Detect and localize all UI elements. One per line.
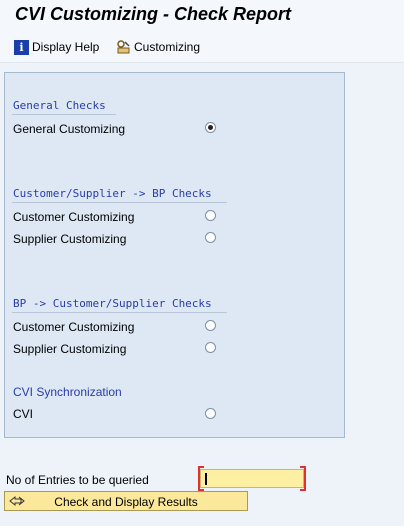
customer-customizing-radio[interactable]: [205, 210, 216, 221]
text-caret: [205, 473, 207, 485]
group-divider: [12, 202, 227, 203]
bp-supplier-customizing-radio[interactable]: [205, 342, 216, 353]
general-customizing-radio[interactable]: [205, 122, 216, 133]
customizing-button[interactable]: Customizing: [116, 38, 200, 56]
entries-label: No of Entries to be queried: [6, 473, 149, 487]
application-toolbar: i Display Help Customizing: [0, 32, 404, 63]
bp-customer-customizing-label: Customer Customizing: [13, 320, 135, 334]
customizing-icon: [116, 39, 131, 55]
focus-marker-left: [198, 466, 204, 491]
group-divider: [12, 114, 116, 115]
bp-customer-customizing-radio[interactable]: [205, 320, 216, 331]
cust-supp-bp-title: Customer/Supplier -> BP Checks: [13, 187, 212, 200]
entries-input[interactable]: [200, 469, 304, 488]
general-customizing-label: General Customizing: [13, 122, 126, 136]
info-icon: i: [14, 39, 29, 55]
cvi-sync-title: CVI Synchronization: [13, 385, 122, 399]
cvi-label: CVI: [13, 407, 34, 421]
bp-supplier-customizing-label: Supplier Customizing: [13, 342, 127, 356]
bp-cust-supp-title: BP -> Customer/Supplier Checks: [13, 297, 212, 310]
check-and-display-results-button[interactable]: Check and Display Results: [4, 491, 248, 511]
general-checks-title: General Checks: [13, 99, 106, 112]
cvi-radio[interactable]: [205, 408, 216, 419]
display-help-button[interactable]: i Display Help: [14, 38, 99, 56]
supplier-customizing-label: Supplier Customizing: [13, 232, 127, 246]
customer-customizing-label: Customer Customizing: [13, 210, 135, 224]
customizing-label: Customizing: [134, 40, 201, 54]
check-and-display-results-label: Check and Display Results: [54, 495, 198, 509]
focus-marker-right: [300, 466, 306, 491]
selection-panel: General Checks General Customizing Custo…: [4, 72, 345, 438]
display-help-label: Display Help: [32, 40, 100, 54]
supplier-customizing-radio[interactable]: [205, 232, 216, 243]
title-bar: CVI Customizing - Check Report: [0, 0, 404, 32]
group-divider: [12, 312, 227, 313]
window-title: CVI Customizing - Check Report: [15, 4, 292, 24]
